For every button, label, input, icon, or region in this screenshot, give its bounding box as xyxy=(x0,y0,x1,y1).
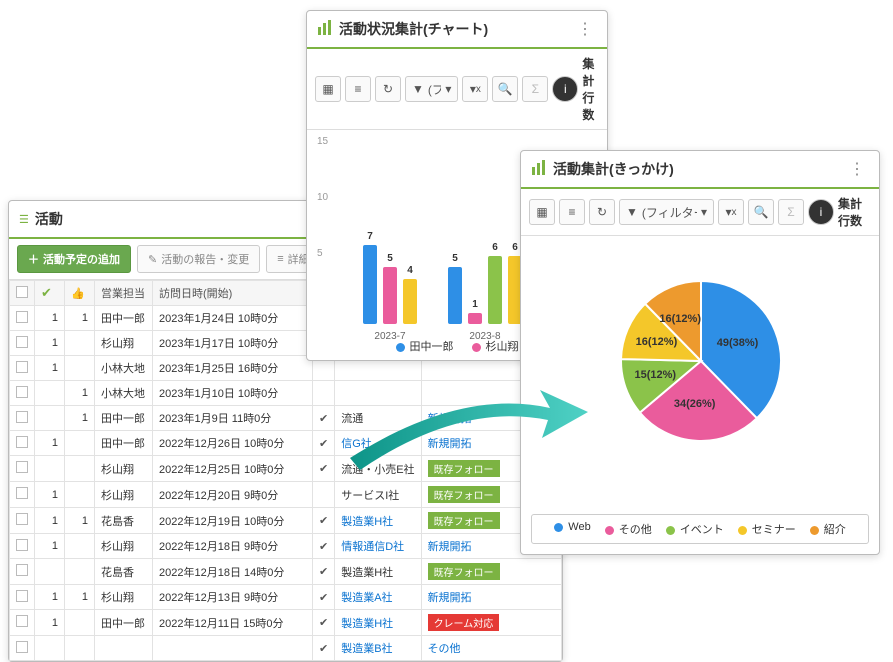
refresh-button[interactable]: ↻ xyxy=(375,76,401,102)
bar: 5 xyxy=(448,267,462,324)
clear-filter-button[interactable]: ▾x xyxy=(462,76,488,102)
table-row[interactable]: 花島香2022年12月18日 14時0分✔製造業H社既存フォロー xyxy=(10,559,562,585)
arrow-graphic xyxy=(340,378,590,488)
info-button[interactable]: i xyxy=(808,199,834,225)
col-sales[interactable]: 営業担当 xyxy=(95,281,153,306)
legend-item: 田中一郎 xyxy=(410,341,454,353)
legend-item: 紹介 xyxy=(810,521,846,537)
refresh-button[interactable]: ↻ xyxy=(589,199,615,225)
chart-icon xyxy=(317,20,333,39)
filter-dropdown[interactable]: ▼(フィルターなし) ▾ xyxy=(619,199,714,225)
table-row[interactable]: 1田中一郎2022年12月11日 15時0分✔製造業H社クレーム対応 xyxy=(10,610,562,636)
report-button-label: 活動の報告・変更 xyxy=(161,251,249,267)
filter-label: (フィルターの… xyxy=(428,81,441,98)
legend-item: セミナー xyxy=(738,521,796,537)
panel-header: 活動状況集計(チャート) ⋮ xyxy=(307,11,607,49)
add-button-label: 活動予定の追加 xyxy=(43,251,120,267)
legend-item: 杉山翔 xyxy=(486,341,519,353)
pie-slice-label: 34(26%) xyxy=(674,398,716,410)
list-icon: ☰ xyxy=(19,213,29,226)
grid-view-button[interactable]: ▦ xyxy=(529,199,555,225)
more-icon[interactable]: ⋮ xyxy=(573,19,597,39)
pie-slice-label: 16(12%) xyxy=(636,336,678,348)
bar: 5 xyxy=(383,267,397,324)
bar: 4 xyxy=(403,279,417,324)
table-row[interactable]: 11花島香2022年12月19日 10時0分✔製造業H社既存フォロー xyxy=(10,508,562,534)
list-view-button[interactable]: ≡ xyxy=(559,199,585,225)
pie-toolbar: ▦ ≡ ↻ ▼(フィルターなし) ▾ ▾x 🔍 Σ i 集計行数 xyxy=(521,189,879,236)
col-check[interactable]: ✔ xyxy=(35,281,65,306)
add-activity-button[interactable]: ＋ 活動予定の追加 xyxy=(17,245,131,273)
more-icon[interactable]: ⋮ xyxy=(845,159,869,179)
legend-item: Web xyxy=(554,521,590,537)
pie-slice-label: 49(38%) xyxy=(717,337,759,349)
bar: 1 xyxy=(468,313,482,324)
pie-slice-label: 16(12%) xyxy=(659,313,701,325)
bar: 7 xyxy=(363,245,377,324)
col-thumb[interactable]: 👍 xyxy=(65,281,95,306)
panel-title: 活動 xyxy=(35,209,63,229)
col-datetime[interactable]: 訪問日時(開始) xyxy=(153,281,313,306)
bar: 6 xyxy=(488,256,502,324)
table-row[interactable]: ✔製造業B社その他 xyxy=(10,636,562,661)
bar-toolbar: ▦ ≡ ↻ ▼(フィルターの… ▾ ▾x 🔍 Σ i 集計行数 xyxy=(307,49,607,130)
clear-filter-button[interactable]: ▾x xyxy=(718,199,744,225)
sigma-button[interactable]: Σ xyxy=(522,76,548,102)
search-button[interactable]: 🔍 xyxy=(748,199,774,225)
panel-header: 活動集計(きっかけ) ⋮ xyxy=(521,151,879,189)
pie-slice-label: 15(12%) xyxy=(634,369,676,381)
legend-item: イベント xyxy=(666,521,724,537)
grid-view-button[interactable]: ▦ xyxy=(315,76,341,102)
pie-chart-panel: 活動集計(きっかけ) ⋮ ▦ ≡ ↻ ▼(フィルターなし) ▾ ▾x 🔍 Σ i… xyxy=(520,150,880,555)
report-button[interactable]: ✎ 活動の報告・変更 xyxy=(137,245,260,273)
sigma-button[interactable]: Σ xyxy=(778,199,804,225)
legend-item: その他 xyxy=(605,521,652,537)
count-label: 集計行数 xyxy=(838,195,871,229)
info-button[interactable]: i xyxy=(552,76,578,102)
col-checkbox[interactable] xyxy=(10,281,35,306)
count-label: 集計行数 xyxy=(582,55,599,123)
list-view-button[interactable]: ≡ xyxy=(345,76,371,102)
filter-label: (フィルターなし) xyxy=(642,204,697,221)
table-row[interactable]: 1杉山翔2022年12月18日 9時0分✔情報通信D社新規開拓 xyxy=(10,534,562,559)
pie-legend: Web その他イベントセミナー紹介 xyxy=(531,514,869,544)
chart-icon xyxy=(531,160,547,179)
filter-dropdown[interactable]: ▼(フィルターの… ▾ xyxy=(405,76,458,102)
search-button[interactable]: 🔍 xyxy=(492,76,518,102)
table-row[interactable]: 11杉山翔2022年12月13日 9時0分✔製造業A社新規開拓 xyxy=(10,585,562,610)
panel-title: 活動集計(きっかけ) xyxy=(553,159,674,179)
panel-title: 活動状況集計(チャート) xyxy=(339,19,488,39)
